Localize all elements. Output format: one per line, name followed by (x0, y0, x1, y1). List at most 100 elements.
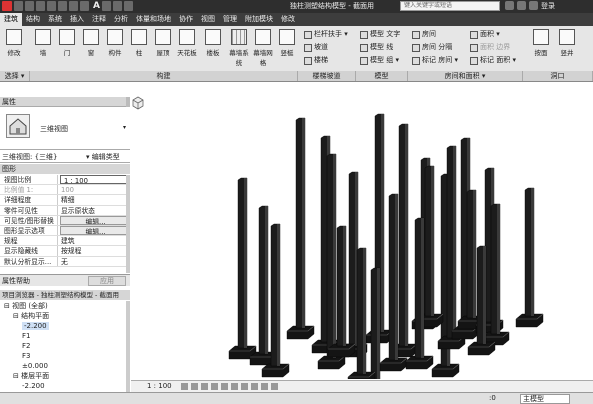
browser-node[interactable]: F3 (0, 351, 126, 361)
model-line-button[interactable]: 模型 线 (360, 42, 393, 53)
column[interactable] (228, 177, 257, 360)
build-button-2[interactable]: 窗 (80, 28, 102, 68)
search-icon[interactable] (505, 1, 514, 10)
thin-lines-icon[interactable] (123, 1, 133, 11)
temp-hide-icon[interactable] (261, 383, 268, 390)
login-link[interactable]: 登录 (541, 1, 555, 11)
property-row[interactable]: 视图比例 1 : 100 (0, 175, 130, 186)
browser-node[interactable]: -2.200 (0, 381, 126, 391)
user-icon[interactable] (529, 1, 538, 10)
tab-4[interactable]: 注释 (88, 13, 110, 26)
by-face-button[interactable]: 按面 (530, 28, 552, 68)
show-crop-icon[interactable] (241, 383, 248, 390)
redo-icon[interactable] (58, 1, 67, 11)
tab-8[interactable]: 视图 (197, 13, 219, 26)
open-icon[interactable] (14, 1, 23, 11)
browser-node[interactable]: -2.200 (0, 321, 126, 331)
browser-node[interactable]: F1 (0, 331, 126, 341)
visual-style-icon[interactable] (191, 383, 198, 390)
column[interactable] (515, 187, 544, 328)
tab-5[interactable]: 分析 (110, 13, 132, 26)
properties-scrollbar[interactable] (126, 175, 130, 273)
tab-7[interactable]: 协作 (175, 13, 197, 26)
area-button[interactable]: 面积 ▾ (470, 29, 500, 40)
subscription-icon[interactable] (517, 1, 526, 10)
search-input[interactable]: 键入关键字或短语 (400, 1, 500, 11)
tab-2[interactable]: 系统 (44, 13, 66, 26)
detail-level-icon[interactable] (181, 383, 188, 390)
type-selector[interactable]: 三维视图 ▾ (0, 108, 130, 150)
browser-node[interactable]: ±0.000 (0, 361, 126, 371)
undo-icon[interactable] (47, 1, 56, 11)
build-button-6[interactable]: 天花板 (176, 28, 198, 68)
tab-11[interactable]: 修改 (277, 13, 299, 26)
ramp-button[interactable]: 坡道 (304, 42, 328, 53)
viewcube-icon[interactable] (131, 96, 145, 110)
room-separator-button[interactable]: 房间 分隔 (412, 42, 452, 53)
browser-scrollbar[interactable] (126, 301, 130, 392)
build-button-8[interactable]: 幕墙系统 (228, 28, 250, 68)
build-button-3[interactable]: 构件 (104, 28, 126, 68)
property-row[interactable]: 默认分析显示... 无 (0, 256, 130, 267)
tab-0[interactable]: 建筑 (0, 13, 22, 26)
build-button-9[interactable]: 幕墙网格 (252, 28, 274, 68)
app-menu-icon[interactable] (2, 1, 12, 11)
tab-9[interactable]: 管理 (219, 13, 241, 26)
chevron-down-icon[interactable]: ▾ (123, 124, 126, 131)
shaft-button[interactable]: 竖井 (556, 28, 578, 68)
browser-node[interactable]: F2 (0, 341, 126, 351)
property-value[interactable]: 编辑... (60, 225, 128, 236)
build-button-10[interactable]: 竖梃 (276, 28, 298, 68)
design-option-select[interactable]: 主模型 (520, 394, 570, 404)
browser-node[interactable]: ⊟ 视图 (全部) (0, 301, 126, 311)
property-value[interactable]: 编辑... (60, 215, 128, 225)
tab-1[interactable]: 结构 (22, 13, 44, 26)
properties-help-link[interactable]: 属性帮助 (2, 277, 30, 285)
edit-type-button[interactable]: ▾ 编辑类型 (86, 151, 120, 163)
apply-button[interactable]: 应用 (88, 276, 126, 286)
browser-node[interactable]: ⊟ 结构平面 (0, 311, 126, 321)
render-icon[interactable] (221, 383, 228, 390)
property-row[interactable]: 比例值 1: 100 (0, 185, 130, 196)
print-icon[interactable] (69, 1, 78, 11)
build-button-7[interactable]: 楼板 (202, 28, 224, 68)
select-panel-label[interactable]: 选择 ▾ (0, 71, 30, 81)
property-value[interactable]: 1 : 100 (60, 175, 128, 185)
model-text-button[interactable]: 模型 文字 (360, 29, 400, 40)
tab-3[interactable]: 插入 (66, 13, 88, 26)
room-button[interactable]: 房间 (412, 29, 436, 40)
railing-button[interactable]: 栏杆扶手 ▾ (304, 29, 348, 40)
tab-10[interactable]: 附加模块 (241, 13, 277, 26)
model-group-button[interactable]: 模型 组 ▾ (360, 55, 399, 66)
build-button-1[interactable]: 门 (56, 28, 78, 68)
view-scale[interactable]: 1 : 100 (147, 381, 172, 392)
build-button-4[interactable]: 柱 (128, 28, 150, 68)
properties-close-icon[interactable] (126, 97, 130, 107)
lock-view-icon[interactable] (251, 383, 258, 390)
property-row[interactable]: 显示隐藏线 按规程 (0, 246, 130, 257)
3d-view-canvas[interactable] (131, 96, 593, 379)
group-header-graphics[interactable]: 图形 (0, 164, 130, 174)
property-row[interactable]: 图形显示选项 编辑... (0, 225, 130, 237)
tag-area-button[interactable]: 标记 面积 ▾ (470, 55, 516, 66)
property-row[interactable]: 详细程度 精细 (0, 195, 130, 206)
browser-node[interactable]: ⊟ 楼层平面 (0, 371, 126, 381)
modify-button[interactable]: 修改 (2, 28, 26, 68)
3d-view-icon[interactable] (101, 1, 111, 11)
save-icon[interactable] (25, 1, 34, 11)
sun-path-icon[interactable] (201, 383, 208, 390)
text-tool-icon[interactable]: A (93, 1, 100, 11)
measure-icon[interactable] (80, 1, 89, 11)
property-row[interactable]: 可见性/图形替换 编辑... (0, 215, 130, 226)
property-row[interactable]: 规程 建筑 (0, 236, 130, 247)
shadows-icon[interactable] (211, 383, 218, 390)
build-button-5[interactable]: 屋顶 (152, 28, 174, 68)
stair-button[interactable]: 楼梯 (304, 55, 328, 66)
crop-view-icon[interactable] (231, 383, 238, 390)
section-icon[interactable] (112, 1, 122, 11)
tab-6[interactable]: 体量和场地 (132, 13, 175, 26)
instance-filter[interactable]: 三维视图: {三维} ▾ 编辑类型 (0, 151, 130, 163)
property-row[interactable]: 零件可见性 显示原状态 (0, 205, 130, 216)
area-boundary-button[interactable]: 面积 边界 (470, 42, 510, 53)
reveal-hidden-icon[interactable] (271, 383, 278, 390)
